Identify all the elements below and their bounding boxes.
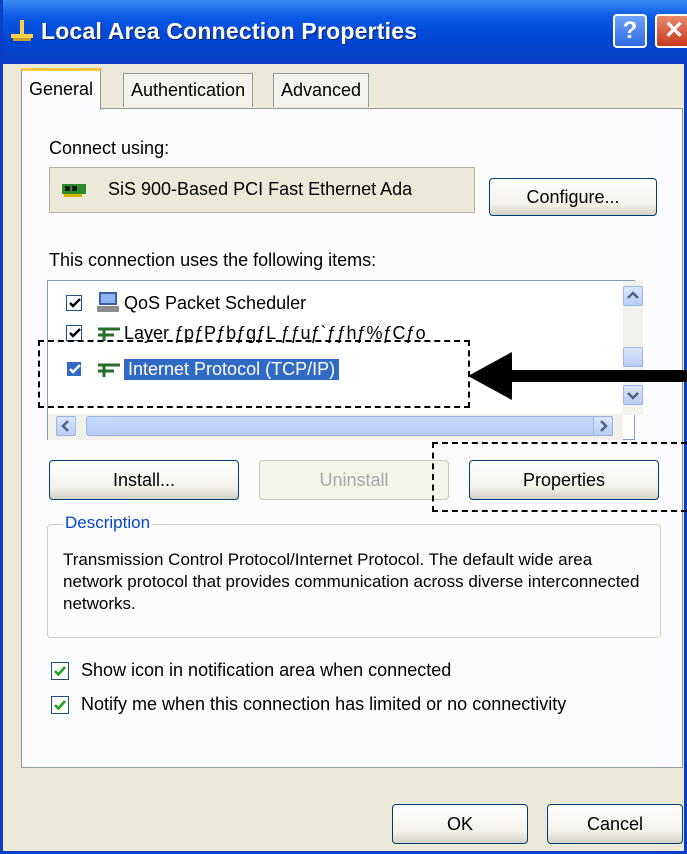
highlight-tcpip-box — [38, 340, 470, 408]
help-icon: ? — [622, 17, 638, 44]
notify-checkbox[interactable] — [51, 696, 69, 714]
network-connection-icon — [11, 20, 33, 41]
network-adapter-icon — [62, 184, 86, 197]
properties-dialog: Local Area Connection Properties ? ✕ Gen… — [0, 0, 687, 854]
scroll-up-button[interactable] — [623, 286, 643, 306]
arrow-icon — [468, 352, 687, 400]
checkmark-icon — [69, 328, 81, 338]
checkmark-icon — [54, 666, 66, 677]
item-checkbox[interactable] — [66, 325, 82, 341]
close-button[interactable]: ✕ — [655, 14, 687, 48]
scroll-left-button[interactable] — [56, 416, 76, 436]
ok-button[interactable]: OK — [392, 804, 528, 844]
install-button-label: Install... — [112, 470, 176, 490]
item-label: QoS Packet Scheduler — [124, 293, 307, 313]
uninstall-button[interactable]: Uninstall — [259, 460, 449, 500]
chevron-right-icon — [600, 420, 608, 432]
show-icon-checkbox[interactable] — [51, 662, 69, 680]
tab-advanced[interactable]: Advanced — [273, 73, 370, 107]
install-button[interactable]: Install... — [49, 460, 239, 500]
tab-general[interactable]: General — [21, 68, 102, 110]
uninstall-button-label: Uninstall — [319, 470, 389, 490]
tab-authentication-label: Authentication — [131, 80, 246, 100]
show-icon-label: Show icon in notification area when conn… — [81, 660, 452, 680]
highlight-properties-box — [432, 442, 687, 512]
close-icon: ✕ — [663, 17, 685, 44]
tab-general-label: General — [29, 79, 94, 99]
configure-button[interactable]: Configure... — [489, 178, 657, 216]
configure-button-label: Configure... — [526, 187, 620, 207]
checkmark-icon — [69, 298, 81, 308]
ok-button-label: OK — [446, 814, 473, 834]
window-title: Local Area Connection Properties — [41, 18, 418, 44]
tab-authentication[interactable]: Authentication — [123, 73, 254, 107]
connect-using-label: Connect using: — [49, 138, 170, 158]
chevron-left-icon — [61, 420, 69, 432]
adapter-field: SiS 900-Based PCI Fast Ethernet Ada — [49, 167, 475, 213]
items-label: This connection uses the following items… — [49, 250, 377, 270]
adapter-name: SiS 900-Based PCI Fast Ethernet Ada — [108, 179, 413, 199]
help-button[interactable]: ? — [613, 14, 647, 48]
item-checkbox[interactable] — [66, 295, 82, 311]
tab-advanced-label: Advanced — [281, 80, 362, 100]
description-title: Description — [63, 513, 153, 533]
network-service-icon — [97, 292, 119, 312]
description-text: Transmission Control Protocol/Internet P… — [63, 550, 640, 613]
horizontal-scroll-thumb[interactable] — [86, 416, 606, 436]
cancel-button-label: Cancel — [586, 814, 644, 834]
title-bar[interactable]: Local Area Connection Properties ? ✕ — [3, 0, 687, 64]
checkmark-icon — [54, 700, 66, 711]
chevron-up-icon — [627, 291, 639, 299]
cancel-button[interactable]: Cancel — [547, 804, 683, 844]
notify-label: Notify me when this connection has limit… — [81, 694, 567, 714]
horizontal-scrollbar[interactable] — [48, 414, 623, 440]
scroll-right-button[interactable] — [593, 416, 613, 436]
list-item[interactable]: QoS Packet Scheduler — [48, 287, 618, 321]
